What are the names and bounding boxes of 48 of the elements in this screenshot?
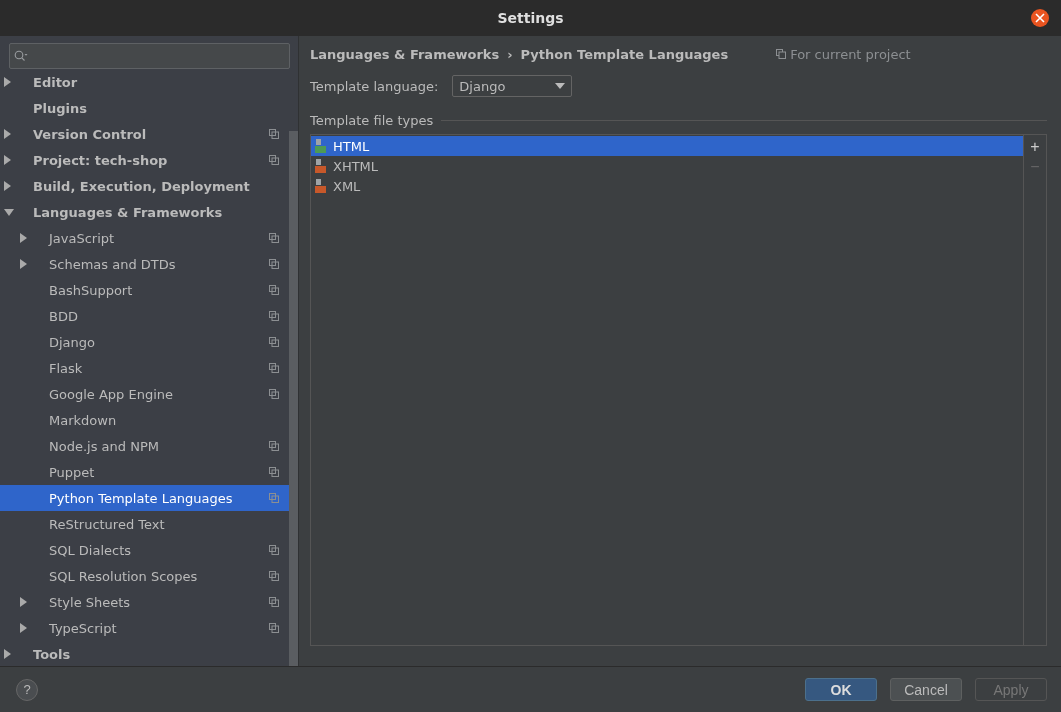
tree-item[interactable]: Node.js and NPM — [0, 433, 289, 459]
tree-item[interactable]: ReStructured Text — [0, 511, 289, 537]
dialog-button[interactable]: Cancel — [890, 678, 962, 701]
tree-item[interactable]: Editor — [0, 69, 289, 95]
tree-item[interactable]: Flask — [0, 355, 289, 381]
tree-item[interactable]: SQL Dialects — [0, 537, 289, 563]
tree-item[interactable]: Django — [0, 329, 289, 355]
caret-icon — [555, 83, 566, 89]
tree-item[interactable]: Google App Engine — [0, 381, 289, 407]
breadcrumb-parent[interactable]: Languages & Frameworks — [310, 46, 500, 62]
tree-item[interactable]: Project: tech-shop — [0, 147, 289, 173]
close-icon — [1035, 13, 1045, 23]
file-icon — [315, 139, 327, 153]
tree-item[interactable]: Schemas and DTDs — [0, 251, 289, 277]
file-type-item[interactable]: HTML — [311, 136, 1023, 156]
tree-item[interactable]: Build, Execution, Deployment — [0, 173, 289, 199]
dialog-button[interactable]: OK — [805, 678, 877, 701]
tree-item[interactable]: BashSupport — [0, 277, 289, 303]
tree-item[interactable]: Markdown — [0, 407, 289, 433]
search-field[interactable] — [9, 43, 290, 69]
tree-item[interactable]: Puppet — [0, 459, 289, 485]
file-icon — [315, 159, 327, 173]
field-label: Template language: — [310, 78, 439, 94]
help-button[interactable]: ? — [16, 678, 38, 701]
search-icon — [14, 50, 28, 62]
file-type-item[interactable]: XHTML — [311, 156, 1023, 176]
tree-item[interactable]: BDD — [0, 303, 289, 329]
tree-item[interactable]: JavaScript — [0, 225, 289, 251]
project-icon — [776, 49, 787, 59]
tree-item[interactable]: Languages & Frameworks — [0, 199, 289, 225]
tree-item[interactable]: Plugins — [0, 95, 289, 121]
add-button[interactable]: + — [1026, 137, 1044, 157]
template-language-dropdown[interactable]: Django — [452, 75, 573, 97]
tree-item[interactable]: Style Sheets — [0, 589, 289, 615]
tree-item[interactable]: TypeScript — [0, 615, 289, 641]
scope-label: For current project — [790, 46, 911, 62]
close-button[interactable] — [1031, 9, 1049, 27]
tree-item[interactable]: Tools — [0, 641, 289, 667]
scrollbar[interactable] — [289, 131, 298, 666]
window-title: Settings — [497, 10, 564, 26]
tree-item[interactable]: Python Template Languages — [0, 485, 289, 511]
tree-item[interactable]: SQL Resolution Scopes — [0, 563, 289, 589]
file-icon — [315, 179, 327, 193]
breadcrumb-current: Python Template Languages — [520, 46, 729, 62]
group-title: Template file types — [310, 112, 434, 128]
breadcrumb-separator: › — [507, 46, 513, 62]
tree-item[interactable]: Version Control — [0, 121, 289, 147]
file-type-item[interactable]: XML — [311, 176, 1023, 196]
